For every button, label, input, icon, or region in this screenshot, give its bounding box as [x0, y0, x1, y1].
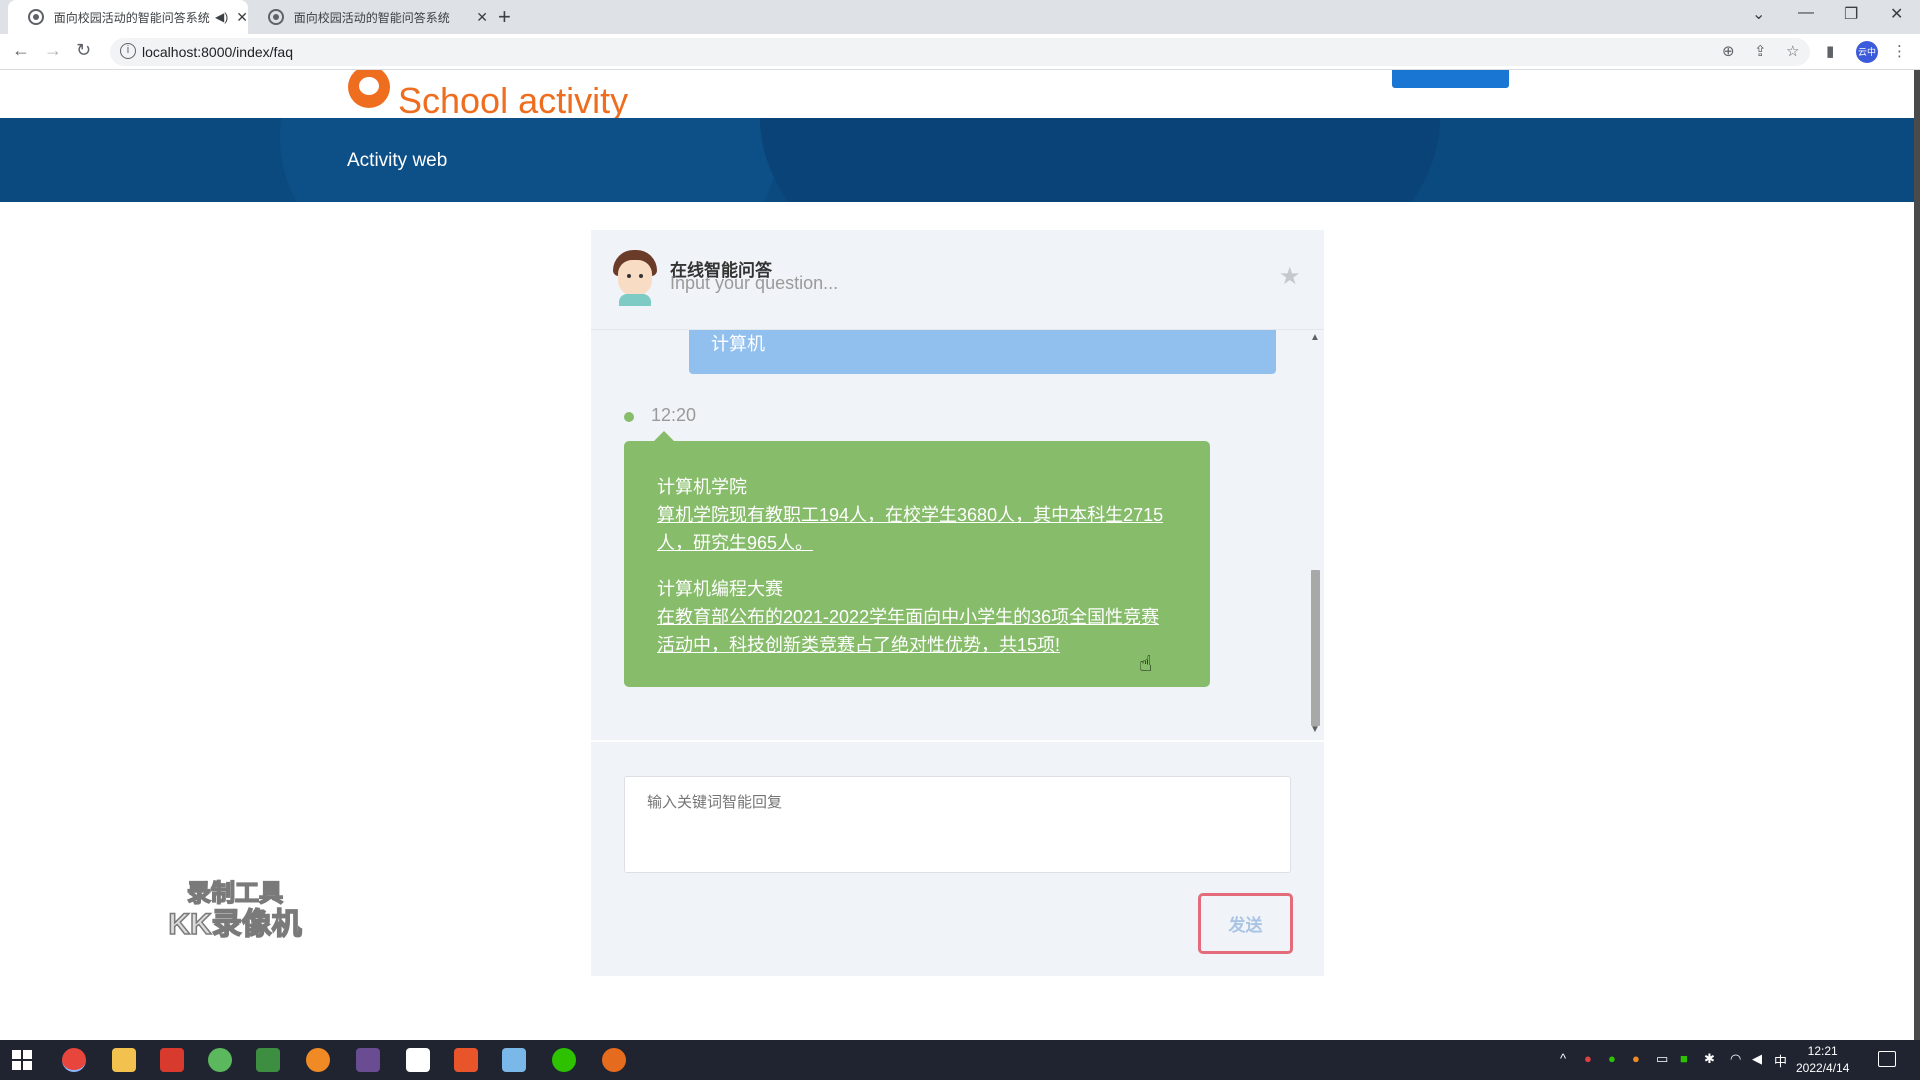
answer-question: 计算机编程大赛: [657, 579, 783, 599]
editor-app-icon[interactable]: [502, 1048, 526, 1072]
close-tab-icon[interactable]: ✕: [236, 9, 248, 26]
chat-messages[interactable]: 计算机 12:20 计算机学院 算机学院现有教职工194人，在校学生3680人，…: [591, 330, 1324, 740]
tab-title: 面向校园活动的智能问答系统: [293, 10, 450, 25]
close-window-button[interactable]: ✕: [1890, 4, 1903, 24]
recorder-app-icon[interactable]: [602, 1048, 626, 1072]
side-panel-icon[interactable]: ▮: [1826, 42, 1834, 60]
banner-decoration: [760, 118, 1440, 202]
wechat-app-icon[interactable]: [552, 1048, 576, 1072]
tray-security-icon[interactable]: ●: [1584, 1051, 1592, 1066]
green-app-icon[interactable]: [208, 1048, 232, 1072]
header-button[interactable]: [1392, 70, 1509, 88]
banner: Activity web: [0, 118, 1914, 202]
bot-reply: 计算机学院 算机学院现有教职工194人，在校学生3680人，其中本科生2715人…: [624, 431, 1210, 687]
volume-icon[interactable]: ◀: [1752, 1051, 1762, 1067]
speaker-icon[interactable]: ◀): [215, 10, 228, 24]
minimize-button[interactable]: —: [1798, 4, 1814, 22]
site-logo-text[interactable]: School activity: [398, 80, 628, 122]
tray-wechat-icon[interactable]: ●: [1608, 1051, 1616, 1066]
wps-app-icon[interactable]: [160, 1048, 184, 1072]
back-arrow-icon[interactable]: ←: [12, 40, 30, 61]
notepad-app-icon[interactable]: [256, 1048, 280, 1072]
tab-search-icon[interactable]: ⌄: [1752, 4, 1765, 24]
browser-toolbar: ← → ↻ i localhost:8000/index/faq ⊕ ⇪ ☆ ▮…: [0, 34, 1920, 70]
wifi-icon[interactable]: ◠: [1730, 1051, 1741, 1067]
clock-time: 12:21: [1807, 1044, 1838, 1058]
new-tab-button[interactable]: +: [498, 4, 511, 30]
favorite-star-icon[interactable]: ★: [1279, 262, 1301, 291]
answer-link[interactable]: 在教育部公布的2021-2022学年面向中小学生的36项全国性竞赛活动中，科技创…: [657, 603, 1176, 659]
media-app-icon[interactable]: [454, 1048, 478, 1072]
network-app-icon[interactable]: [406, 1048, 430, 1072]
tab-title: 面向校园活动的智能问答系统: [53, 10, 210, 25]
browser-tab-2[interactable]: 面向校园活动的智能问答系统 ✕: [248, 0, 488, 34]
forward-arrow-icon[interactable]: →: [44, 40, 62, 61]
search-app-icon[interactable]: [306, 1048, 330, 1072]
answer-question: 计算机学院: [657, 477, 747, 497]
chat-panel: 在线智能问答 Input your question... ★ 计算机 12:2…: [591, 230, 1324, 976]
menu-dots-icon[interactable]: ⋮: [1892, 42, 1907, 60]
file-explorer-icon[interactable]: [112, 1048, 136, 1072]
bookmark-star-icon[interactable]: ☆: [1786, 42, 1799, 60]
chat-header: 在线智能问答 Input your question... ★: [591, 230, 1324, 330]
ime-indicator[interactable]: 中: [1774, 1051, 1787, 1070]
chat-input-area: 发送: [591, 740, 1324, 976]
user-message-text: 计算机: [711, 334, 765, 354]
message-input[interactable]: [624, 776, 1291, 873]
banner-title: Activity web: [347, 150, 448, 171]
zoom-icon[interactable]: ⊕: [1722, 42, 1735, 60]
chrome-app-icon[interactable]: [62, 1048, 86, 1072]
reply-timestamp: 12:20: [651, 405, 697, 425]
web-page: School activity Activity web 在线智能问答 Inpu…: [0, 70, 1920, 1040]
restore-button[interactable]: ❐: [1844, 4, 1858, 24]
clock-date: 2022/4/14: [1796, 1061, 1850, 1075]
assistant-avatar: [611, 250, 659, 306]
address-bar[interactable]: i localhost:8000/index/faq: [110, 38, 1810, 66]
chat-subtitle: Input your question...: [670, 273, 839, 293]
tray-app-icon[interactable]: ■: [1680, 1051, 1688, 1066]
site-header: School activity: [0, 70, 1914, 121]
page-scrollbar[interactable]: [1914, 70, 1920, 1040]
taskbar: ^ ● ● ● ▭ ■ ✱ ◠ ◀ 中 12:21 2022/4/14: [0, 1040, 1920, 1080]
answer-item: 计算机学院 算机学院现有教职工194人，在校学生3680人，其中本科生2715人…: [657, 473, 1176, 557]
url-text[interactable]: localhost:8000/index/faq: [142, 44, 293, 60]
windows-start-icon[interactable]: [12, 1050, 32, 1070]
scrollbar-thumb[interactable]: [1311, 570, 1320, 726]
globe-icon: [268, 9, 284, 25]
scroll-up-arrow-icon[interactable]: ▲: [1310, 332, 1320, 343]
answer-link[interactable]: 算机学院现有教职工194人，在校学生3680人，其中本科生2715人，研究生96…: [657, 501, 1176, 557]
profile-avatar[interactable]: 云中: [1856, 41, 1878, 63]
browser-tab-1[interactable]: 面向校园活动的智能问答系统 ◀) ✕: [8, 0, 248, 34]
tray-misc-icon[interactable]: ✱: [1704, 1051, 1715, 1067]
clock[interactable]: 12:21 2022/4/14: [1796, 1043, 1849, 1077]
globe-icon: [28, 9, 44, 25]
game-app-icon[interactable]: [356, 1048, 380, 1072]
hand-cursor-icon: ☝: [1139, 651, 1153, 676]
logo-icon[interactable]: [348, 70, 390, 108]
chat-scrollbar[interactable]: ▲ ▼: [1307, 330, 1324, 740]
tray-expand-icon[interactable]: ^: [1560, 1051, 1566, 1066]
reload-icon[interactable]: ↻: [76, 40, 91, 61]
close-tab-icon[interactable]: ✕: [476, 9, 488, 26]
tray-search-icon[interactable]: ●: [1632, 1051, 1640, 1066]
recorder-watermark: 录制工具 KK录像机: [168, 879, 303, 942]
status-dot: [624, 412, 634, 422]
send-button[interactable]: 发送: [1198, 893, 1293, 954]
notification-icon[interactable]: [1878, 1051, 1896, 1067]
info-icon[interactable]: i: [120, 43, 136, 59]
answer-item: 计算机编程大赛 在教育部公布的2021-2022学年面向中小学生的36项全国性竞…: [657, 575, 1176, 659]
browser-tabstrip: 面向校园活动的智能问答系统 ◀) ✕ 面向校园活动的智能问答系统 ✕ + ⌄ —…: [0, 0, 1920, 34]
scroll-down-arrow-icon[interactable]: ▼: [1310, 724, 1320, 735]
tray-device-icon[interactable]: ▭: [1656, 1051, 1668, 1067]
share-icon[interactable]: ⇪: [1754, 42, 1767, 60]
user-message: 计算机: [689, 330, 1276, 374]
